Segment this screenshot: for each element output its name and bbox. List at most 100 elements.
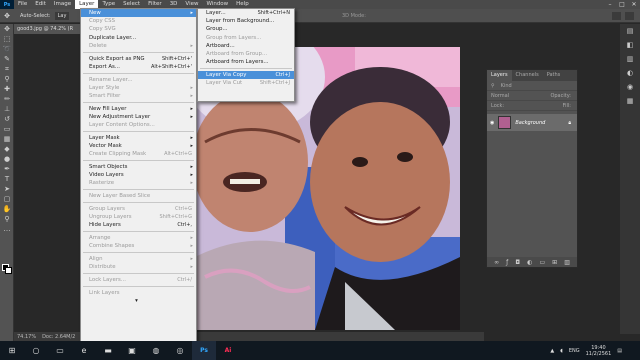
windows-start-icon[interactable]: ⊞ [0, 341, 24, 360]
layer-menu-item-new-layer-based-slice[interactable]: New Layer Based Slice [81, 192, 196, 200]
marquee-tool-icon[interactable]: ⬚ [0, 34, 14, 44]
layer-menu-item-align[interactable]: Align ▸ [81, 255, 196, 263]
healing-brush-tool-icon[interactable]: ✚ [0, 84, 14, 94]
layer-menu-item-duplicate-layer[interactable]: Duplicate Layer... [81, 34, 196, 42]
layer-menu-item-create-clipping-mask[interactable]: Create Clipping Mask Alt+Ctrl+G [81, 150, 196, 158]
language-indicator[interactable]: ENG [569, 348, 580, 354]
zoom-level[interactable]: 74.17% [17, 334, 36, 340]
type-tool-icon[interactable]: T [0, 174, 14, 184]
background-color-swatch[interactable] [5, 267, 12, 274]
layer-menu-item-video-layers[interactable]: Video Layers ▸ [81, 171, 196, 179]
layer-menu-item-new-adjustment-layer[interactable]: New Adjustment Layer ▸ [81, 113, 196, 121]
layer-menu-item-copy-svg[interactable]: Copy SVG [81, 25, 196, 33]
acrobat-taskbar-icon[interactable]: Ai [216, 341, 240, 360]
quick-select-tool-icon[interactable]: ✎ [0, 54, 14, 64]
lock-icon[interactable]: 🔒︎ [568, 120, 571, 126]
firefox-icon[interactable]: ◎ [168, 341, 192, 360]
menu-scroll-down-icon[interactable]: ▾ [81, 297, 196, 305]
shape-tool-icon[interactable]: ▢ [0, 194, 14, 204]
workspace-icon[interactable] [625, 11, 634, 20]
lasso-tool-icon[interactable]: ➰ [0, 44, 14, 54]
store-icon[interactable]: ▣ [120, 341, 144, 360]
photoshop-taskbar-icon[interactable]: Ps [192, 341, 216, 360]
eyedropper-tool-icon[interactable]: ⚲ [0, 74, 14, 84]
crop-tool-icon[interactable]: ⌗ [0, 64, 14, 74]
new-layer-icon[interactable]: ⊞ [552, 259, 557, 266]
layer-menu-item-smart-objects[interactable]: Smart Objects ▸ [81, 163, 196, 171]
auto-select-checkbox[interactable]: Auto-Select: [20, 13, 51, 19]
layer-menu-item-delete[interactable]: Delete ▸ [81, 42, 196, 50]
layer-menu-item-layer-content-options[interactable]: Layer Content Options... [81, 121, 196, 129]
new-submenu-item-artboard[interactable]: Artboard... [198, 42, 294, 50]
layer-menu-item-rename-layer[interactable]: Rename Layer... [81, 76, 196, 84]
tab-channels[interactable]: Channels [512, 70, 543, 81]
color-panel-icon[interactable]: ◉ [620, 80, 640, 94]
edge-browser-icon[interactable]: e [72, 341, 96, 360]
dodge-tool-icon[interactable]: ● [0, 154, 14, 164]
layer-menu-item-new-fill-layer[interactable]: New Fill Layer ▸ [81, 105, 196, 113]
volume-icon[interactable]: ◖ [560, 348, 563, 354]
new-submenu-item-layer-via-cut[interactable]: Layer Via Cut Shift+Ctrl+J [198, 79, 294, 87]
auto-select-dropdown[interactable]: Lay [54, 11, 70, 20]
path-select-tool-icon[interactable]: ➤ [0, 184, 14, 194]
move-tool-icon[interactable]: ✥ [0, 24, 14, 34]
pen-tool-icon[interactable]: ✒ [0, 164, 14, 174]
hand-tool-icon[interactable]: ✋ [0, 204, 14, 214]
network-icon[interactable]: ▲ [550, 348, 554, 354]
menu-image[interactable]: Image [50, 0, 75, 9]
new-submenu-item-layer-via-copy[interactable]: Layer Via Copy Ctrl+J [198, 70, 294, 80]
layer-row-background[interactable]: ◉ Background 🔒︎ [487, 114, 577, 131]
adjustments-panel-icon[interactable]: ◐ [620, 66, 640, 80]
properties-panel-icon[interactable]: ◧ [620, 38, 640, 52]
history-brush-tool-icon[interactable]: ↺ [0, 114, 14, 124]
more-tools-icon[interactable]: … [0, 224, 14, 234]
fx-icon[interactable]: ƒ [506, 259, 508, 266]
gradient-tool-icon[interactable]: ▦ [0, 134, 14, 144]
menu-edit[interactable]: Edit [31, 0, 50, 9]
trash-icon[interactable]: ▥ [564, 259, 570, 266]
maximize-button[interactable]: □ [616, 0, 628, 9]
tab-layers[interactable]: Layers [487, 70, 512, 81]
kind-filter-dropdown[interactable]: Kind [501, 83, 512, 89]
document-tab[interactable]: good3.jpg @ 74.2% (R [14, 24, 84, 34]
new-submenu-item-layer[interactable]: Layer... Shift+Ctrl+N [198, 9, 294, 17]
move-tool-icon[interactable]: ✥ [0, 12, 14, 20]
layer-menu-item-export-as[interactable]: Export As... Alt+Shift+Ctrl+' [81, 63, 196, 71]
search-icon[interactable]: ○ [24, 341, 48, 360]
eraser-tool-icon[interactable]: ▭ [0, 124, 14, 134]
folder-icon[interactable]: ▭ [539, 259, 545, 266]
layer-menu-item-new[interactable]: New ▸ [81, 9, 196, 18]
swatches-panel-icon[interactable]: ▦ [620, 94, 640, 108]
layer-menu-item-combine-shapes[interactable]: Combine Shapes ▸ [81, 242, 196, 250]
visibility-eye-icon[interactable]: ◉ [490, 120, 494, 126]
layer-menu-item-quick-export-as-png[interactable]: Quick Export as PNG Shift+Ctrl+' [81, 55, 196, 63]
clock[interactable]: 19:40 11/2/2561 [586, 345, 612, 357]
history-panel-icon[interactable]: ▤ [620, 24, 640, 38]
layer-menu-item-ungroup-layers[interactable]: Ungroup Layers Shift+Ctrl+G [81, 213, 196, 221]
layer-name[interactable]: Background [515, 120, 545, 126]
libraries-panel-icon[interactable]: ▥ [620, 52, 640, 66]
new-submenu-item-artboard-from-group[interactable]: Artboard from Group... [198, 50, 294, 58]
layer-menu-item-lock-layers[interactable]: Lock Layers... Ctrl+/ [81, 276, 196, 284]
search-icon[interactable] [612, 11, 621, 20]
menu-file[interactable]: File [14, 0, 31, 9]
layer-menu-item-hide-layers[interactable]: Hide Layers Ctrl+, [81, 221, 196, 229]
tab-paths[interactable]: Paths [543, 70, 565, 81]
layer-menu-item-copy-css[interactable]: Copy CSS [81, 17, 196, 25]
adjustment-icon[interactable]: ◐ [527, 259, 532, 266]
file-explorer-icon[interactable]: ▬ [96, 341, 120, 360]
layer-menu-item-vector-mask[interactable]: Vector Mask ▸ [81, 142, 196, 150]
new-submenu-item-artboard-from-layers[interactable]: Artboard from Layers... [198, 58, 294, 66]
layer-menu-item-distribute[interactable]: Distribute ▸ [81, 263, 196, 271]
layer-menu-item-group-layers[interactable]: Group Layers Ctrl+G [81, 205, 196, 213]
link-icon[interactable]: ∞ [494, 259, 499, 266]
layer-menu-item-layer-style[interactable]: Layer Style ▸ [81, 84, 196, 92]
blur-tool-icon[interactable]: ◆ [0, 144, 14, 154]
brush-tool-icon[interactable]: ✏ [0, 94, 14, 104]
layer-menu-item-rasterize[interactable]: Rasterize ▸ [81, 179, 196, 187]
layer-menu-item-arrange[interactable]: Arrange ▸ [81, 234, 196, 242]
blend-mode-dropdown[interactable]: Normal [491, 93, 509, 99]
close-button[interactable]: ✕ [628, 0, 640, 9]
new-submenu-item-group-from-layers[interactable]: Group from Layers... [198, 34, 294, 42]
notification-icon[interactable]: ▤ [617, 348, 622, 354]
